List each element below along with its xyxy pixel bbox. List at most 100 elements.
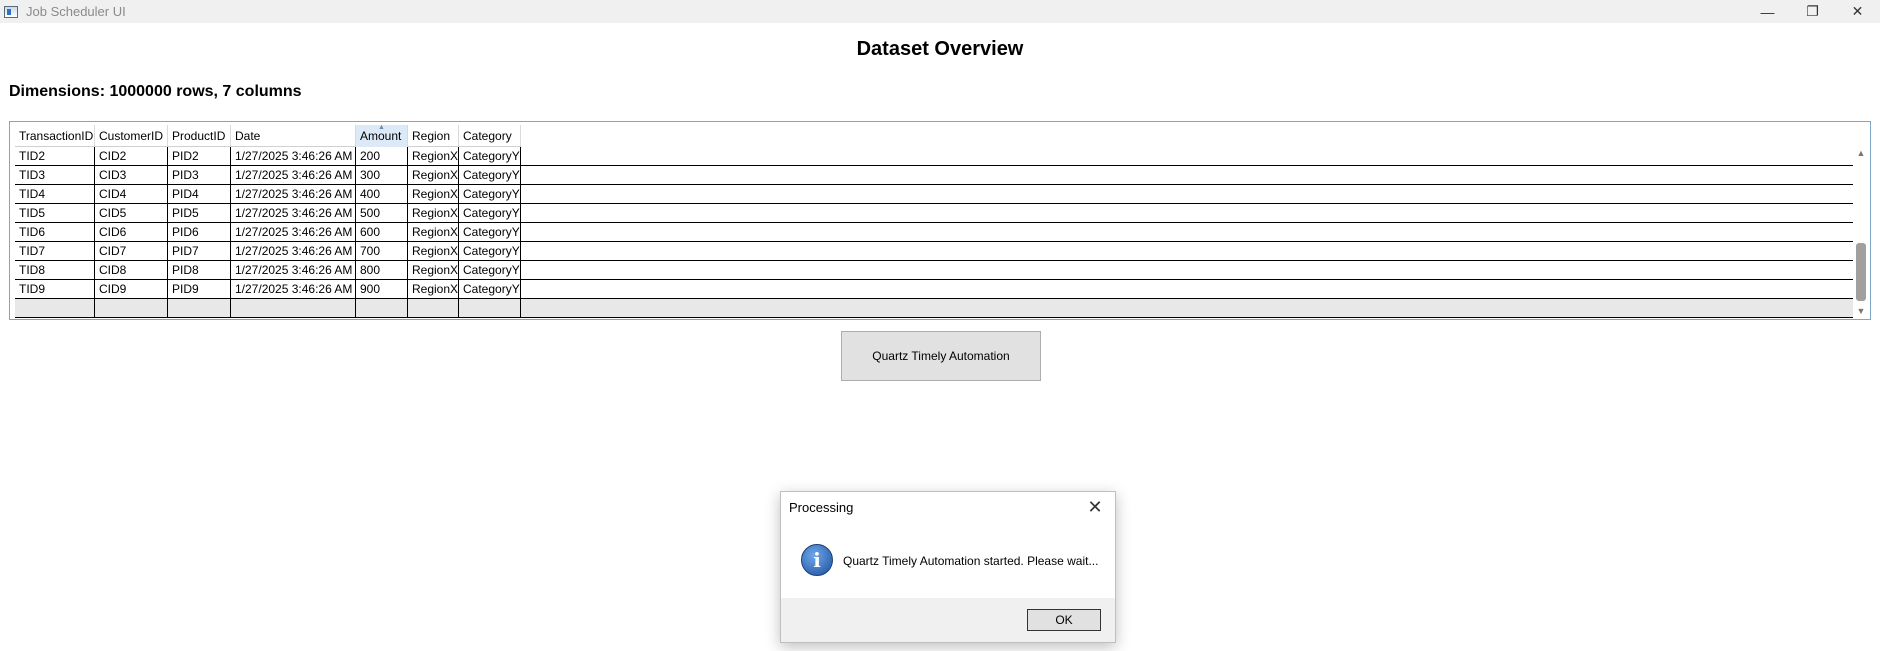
vertical-scrollbar[interactable]: ▲ ▼ — [1854, 146, 1868, 318]
column-header-date[interactable]: Date — [231, 125, 356, 147]
table-cell[interactable] — [459, 299, 521, 317]
table-cell[interactable]: CategoryY — [459, 242, 521, 260]
table-cell[interactable]: CID6 — [95, 223, 168, 241]
table-cell[interactable]: RegionX — [408, 185, 459, 203]
title-bar: Job Scheduler UI — ❐ ✕ — [0, 0, 1880, 23]
scroll-thumb[interactable] — [1856, 243, 1866, 301]
sort-ascending-icon: ▲ — [378, 125, 385, 131]
table-row[interactable]: TID9 CID9 PID9 1/27/2025 3:46:26 AM 900 Regio… — [15, 280, 1853, 299]
table-cell[interactable]: PID6 — [168, 223, 231, 241]
table-cell[interactable]: RegionX — [408, 280, 459, 298]
table-cell[interactable]: 1/27/2025 3:46:26 AM — [231, 223, 356, 241]
table-cell[interactable]: CategoryY — [459, 166, 521, 184]
table-cell[interactable]: 1/27/2025 3:46:26 AM — [231, 261, 356, 279]
column-header-label: ProductID — [172, 129, 226, 143]
table-cell[interactable]: CID3 — [95, 166, 168, 184]
table-cell[interactable]: TID7 — [15, 242, 95, 260]
table-cell[interactable]: PID9 — [168, 280, 231, 298]
table-cell[interactable] — [168, 299, 231, 317]
table-cell[interactable]: RegionX — [408, 204, 459, 222]
table-cell[interactable]: PID5 — [168, 204, 231, 222]
table-row[interactable]: TID7 CID7 PID7 1/27/2025 3:46:26 AM 700 Regio… — [15, 242, 1853, 261]
processing-dialog: Processing ✕ i Quartz Timely Automation … — [780, 491, 1116, 643]
table-cell[interactable]: RegionX — [408, 147, 459, 165]
scroll-up-icon[interactable]: ▲ — [1854, 146, 1868, 160]
scroll-down-icon[interactable]: ▼ — [1854, 304, 1868, 318]
column-header-category[interactable]: Category — [459, 125, 521, 147]
table-cell[interactable]: 600 — [356, 223, 408, 241]
table-cell[interactable]: CategoryY — [459, 261, 521, 279]
table-cell[interactable]: CID4 — [95, 185, 168, 203]
table-cell[interactable]: TID3 — [15, 166, 95, 184]
table-cell[interactable]: RegionX — [408, 261, 459, 279]
table-cell[interactable]: TID5 — [15, 204, 95, 222]
table-cell[interactable]: TID8 — [15, 261, 95, 279]
table-row[interactable]: TID2 CID2 PID2 1/27/2025 3:46:26 AM 200 Regio… — [15, 147, 1853, 166]
table-row[interactable]: TID4 CID4 PID4 1/27/2025 3:46:26 AM 400 Regio… — [15, 185, 1853, 204]
table-cell[interactable]: CID2 — [95, 147, 168, 165]
table-cell[interactable]: PID2 — [168, 147, 231, 165]
table-cell[interactable]: TID6 — [15, 223, 95, 241]
dialog-message: Quartz Timely Automation started. Please… — [843, 554, 1099, 568]
table-row[interactable]: TID3 CID3 PID3 1/27/2025 3:46:26 AM 300 Regio… — [15, 166, 1853, 185]
column-header-customerid[interactable]: CustomerID — [95, 125, 168, 147]
table-cell[interactable]: TID2 — [15, 147, 95, 165]
table-cell[interactable]: 1/27/2025 3:46:26 AM — [231, 185, 356, 203]
table-cell[interactable]: 1/27/2025 3:46:26 AM — [231, 204, 356, 222]
table-cell[interactable]: CID7 — [95, 242, 168, 260]
table-cell[interactable]: CategoryY — [459, 223, 521, 241]
dialog-close-icon[interactable]: ✕ — [1081, 494, 1109, 520]
column-header-region[interactable]: Region — [408, 125, 459, 147]
table-cell[interactable]: 200 — [356, 147, 408, 165]
table-cell[interactable]: 1/27/2025 3:46:26 AM — [231, 280, 356, 298]
table-cell[interactable]: 1/27/2025 3:46:26 AM — [231, 166, 356, 184]
table-cell[interactable]: PID7 — [168, 242, 231, 260]
grid-body[interactable]: TID2 CID2 PID2 1/27/2025 3:46:26 AM 200 Regio… — [15, 147, 1853, 318]
table-cell[interactable]: PID8 — [168, 261, 231, 279]
close-window-button[interactable]: ✕ — [1835, 0, 1880, 23]
table-cell[interactable]: PID3 — [168, 166, 231, 184]
table-cell[interactable]: PID4 — [168, 185, 231, 203]
column-header-amount[interactable]: ▲ Amount — [356, 125, 408, 147]
table-cell[interactable]: CID9 — [95, 280, 168, 298]
table-row[interactable]: TID5 CID5 PID5 1/27/2025 3:46:26 AM 500 Regio… — [15, 204, 1853, 223]
dimensions-label: Dimensions: 1000000 rows, 7 columns — [9, 83, 302, 100]
minimize-button[interactable]: — — [1745, 0, 1790, 23]
row-filler — [521, 299, 1853, 317]
table-cell[interactable]: TID9 — [15, 280, 95, 298]
table-cell[interactable]: CID8 — [95, 261, 168, 279]
table-cell[interactable] — [15, 299, 95, 317]
column-header-productid[interactable]: ProductID — [168, 125, 231, 147]
table-cell[interactable]: CategoryY — [459, 147, 521, 165]
table-cell[interactable]: CategoryY — [459, 204, 521, 222]
row-filler — [521, 242, 1853, 260]
quartz-automation-button[interactable]: Quartz Timely Automation — [841, 331, 1041, 381]
column-header-transactionid[interactable]: TransactionID — [15, 125, 95, 147]
table-cell[interactable]: 500 — [356, 204, 408, 222]
table-cell[interactable] — [95, 299, 168, 317]
table-cell[interactable]: 300 — [356, 166, 408, 184]
table-cell[interactable]: 400 — [356, 185, 408, 203]
table-row[interactable]: TID6 CID6 PID6 1/27/2025 3:46:26 AM 600 Regio… — [15, 223, 1853, 242]
table-cell[interactable]: 1/27/2025 3:46:26 AM — [231, 242, 356, 260]
table-cell[interactable]: 800 — [356, 261, 408, 279]
table-cell[interactable]: RegionX — [408, 166, 459, 184]
table-cell[interactable]: CategoryY — [459, 185, 521, 203]
table-cell[interactable]: 900 — [356, 280, 408, 298]
table-cell[interactable]: CID5 — [95, 204, 168, 222]
table-cell[interactable]: CategoryY — [459, 280, 521, 298]
table-cell[interactable] — [356, 299, 408, 317]
table-row[interactable]: TID8 CID8 PID8 1/27/2025 3:46:26 AM 800 Regio… — [15, 261, 1853, 280]
table-cell[interactable]: RegionX — [408, 223, 459, 241]
restore-button[interactable]: ❐ — [1790, 0, 1835, 23]
new-row-placeholder[interactable] — [15, 299, 1853, 318]
table-cell[interactable]: 700 — [356, 242, 408, 260]
table-cell[interactable] — [408, 299, 459, 317]
ok-button[interactable]: OK — [1027, 609, 1101, 631]
data-grid[interactable]: TransactionID CustomerID ProductID Date ▲ Amo… — [9, 121, 1871, 320]
table-cell[interactable] — [231, 299, 356, 317]
table-cell[interactable]: RegionX — [408, 242, 459, 260]
table-cell[interactable]: 1/27/2025 3:46:26 AM — [231, 147, 356, 165]
row-filler — [521, 185, 1853, 203]
table-cell[interactable]: TID4 — [15, 185, 95, 203]
